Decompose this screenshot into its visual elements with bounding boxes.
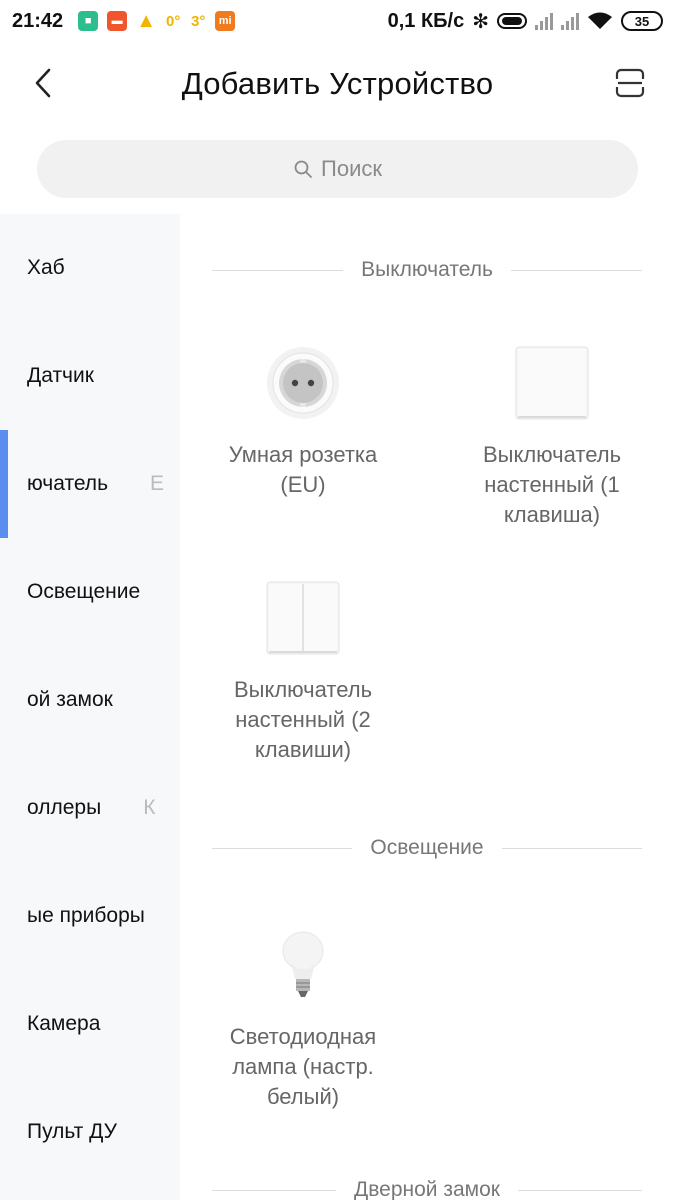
sidebar-item-camera[interactable]: Камера [0, 970, 180, 1078]
sidebar-item-controllers[interactable]: оллеры К [0, 754, 180, 862]
sidebar-item-lighting[interactable]: Освещение [0, 538, 180, 646]
sidebar-item-label: Камера [27, 1012, 101, 1035]
divider [212, 269, 344, 271]
page-title: Добавить Устройство [181, 66, 494, 101]
status-left: 21:42 ■ ▬ ▲ 0° 3° mi [12, 9, 236, 33]
sidebar-item-label: Пульт ДУ [27, 1120, 117, 1143]
sidebar-item-label: ючатель [27, 472, 109, 495]
signal-2-icon [561, 12, 579, 30]
status-right: 0,1 КБ/с ✻ 35 [388, 9, 663, 34]
shop-notification-icon: ▬ [107, 11, 128, 31]
sidebar-item-appliances[interactable]: ые приборы [0, 862, 180, 970]
device-label: Умная розетка (EU) [228, 442, 378, 497]
sidebar-item-label: оллеры [27, 796, 102, 819]
socket-icon [264, 344, 342, 422]
divider [212, 1189, 337, 1191]
divider [510, 269, 643, 271]
chevron-left-icon [35, 68, 51, 98]
section-title: Выключатель [361, 258, 493, 281]
device-list: Выключатель Умная розетка (EU) Выключате… [180, 214, 675, 1200]
sidebar-item-door-lock[interactable]: ой замок [0, 646, 180, 754]
section-title: Освещение [370, 836, 484, 859]
sidebar-item-label: Датчик [27, 364, 94, 387]
network-speed: 0,1 КБ/с [387, 9, 465, 32]
device-card-smart-socket[interactable]: Умная розетка (EU) [208, 344, 398, 500]
sidebar-item-label: Освещение [27, 580, 141, 603]
signal-1-icon [535, 12, 553, 30]
bluetooth-icon: ✻ [472, 10, 489, 33]
sidebar-item-remote[interactable]: Пульт ДУ [0, 1078, 180, 1186]
status-bar: 21:42 ■ ▬ ▲ 0° 3° mi 0,1 КБ/с ✻ 35 [0, 0, 675, 42]
mi-home-notification-icon: ■ [78, 11, 99, 31]
mi-notification-icon: mi [215, 11, 236, 31]
device-card-led-bulb[interactable]: Светодиодная лампа (настр. белый) [208, 926, 398, 1112]
section-header-switch: Выключатель [212, 258, 643, 282]
sidebar-item-label: ые приборы [27, 904, 145, 927]
back-button[interactable] [26, 66, 60, 100]
category-sidebar: Хаб Датчик ючатель E Освещение ой замок … [0, 214, 180, 1200]
device-label: Выключатель настенный (2 клавиши) [233, 677, 373, 762]
search-input[interactable]: Поиск [37, 140, 638, 198]
bulb-icon [264, 926, 342, 1004]
vibrate-icon [497, 13, 527, 29]
header: Добавить Устройство [0, 42, 675, 126]
device-card-wall-switch-2[interactable]: Выключатель настенный (2 клавиши) [208, 579, 398, 765]
search-icon [294, 160, 312, 178]
section-header-door-lock: Дверной замок [212, 1178, 642, 1200]
warning-notification-icon: ▲ [136, 9, 157, 32]
divider [517, 1189, 642, 1191]
device-card-wall-switch-1[interactable]: Выключатель настенный (1 клавиша) [457, 344, 647, 530]
section-header-lighting: Освещение [212, 836, 643, 860]
wifi-icon [588, 12, 612, 29]
switch-1-icon [513, 344, 591, 422]
sidebar-item-ghost-text: К [143, 796, 156, 819]
sidebar-item-switch[interactable]: ючатель E [0, 430, 180, 538]
scan-icon[interactable] [615, 68, 645, 98]
switch-2-icon [264, 579, 342, 657]
status-time: 21:42 [12, 9, 64, 32]
sidebar-item-label: Хаб [27, 256, 65, 279]
battery-icon: 35 [621, 11, 663, 31]
device-label: Выключатель настенный (1 клавиша) [482, 442, 622, 527]
sidebar-item-sensor[interactable]: Датчик [0, 322, 180, 430]
sidebar-item-ghost-text: E [150, 472, 165, 495]
sidebar-item-hub[interactable]: Хаб [0, 214, 180, 322]
sidebar-item-label: ой замок [27, 688, 113, 711]
device-label: Светодиодная лампа (настр. белый) [229, 1024, 377, 1109]
temperature-notification-icon: 0° [165, 12, 181, 30]
divider [501, 847, 643, 849]
temperature2-notification-icon: 3° [190, 12, 206, 30]
search-placeholder: Поиск [321, 156, 382, 181]
divider [212, 847, 353, 849]
section-title: Дверной замок [354, 1178, 500, 1200]
